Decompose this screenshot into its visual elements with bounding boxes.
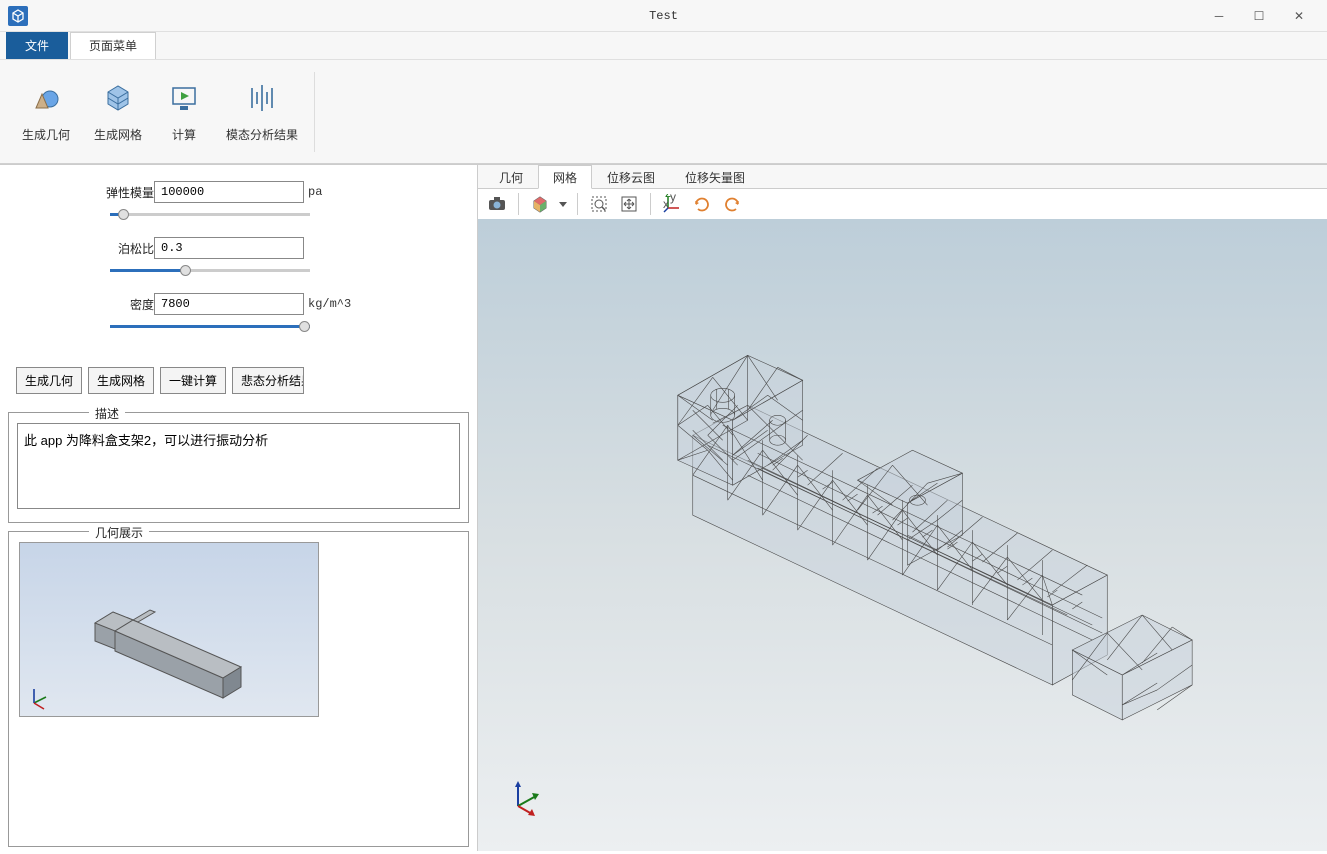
elastic-slider[interactable] (110, 207, 310, 221)
menu-tab-page[interactable]: 页面菜单 (70, 32, 156, 59)
btn-modal-result[interactable]: 悲态分析结果 (232, 367, 304, 394)
view-tabs: 几何 网格 位移云图 位移矢量图 (478, 165, 1327, 189)
right-panel: 几何 网格 位移云图 位移矢量图 (478, 165, 1327, 851)
geometry-preview-group: 几何展示 (8, 531, 469, 847)
menu-tab-file[interactable]: 文件 (6, 32, 68, 59)
ribbon-label: 生成几何 (22, 126, 70, 143)
poisson-input[interactable] (154, 237, 304, 259)
wave-icon (244, 80, 280, 116)
ribbon-gen-mesh[interactable]: 生成网格 (82, 76, 154, 147)
app-icon (8, 6, 28, 26)
view-tab-disp-cloud[interactable]: 位移云图 (592, 165, 670, 188)
svg-text:x: x (663, 197, 669, 211)
viewer-toolbar: zyx (478, 189, 1327, 219)
description-text[interactable] (17, 423, 460, 509)
menu-tabs: 文件 页面菜单 (0, 32, 1327, 60)
zoom-extent-icon[interactable] (586, 191, 612, 217)
density-unit: kg/m^3 (308, 297, 351, 311)
separator (650, 193, 651, 215)
elastic-label: 弹性模量 (98, 184, 154, 201)
description-group: 描述 (8, 412, 469, 523)
sphere-cone-icon (28, 80, 64, 116)
rotate-cw-icon[interactable] (689, 191, 715, 217)
elastic-unit: pa (308, 185, 322, 199)
axis-gizmo (508, 778, 548, 821)
ribbon-label: 生成网格 (94, 126, 142, 143)
title-bar: Test ─ ☐ ✕ (0, 0, 1327, 32)
density-label: 密度 (98, 296, 154, 313)
geometry-preview[interactable] (19, 542, 319, 717)
ribbon-label: 模态分析结果 (226, 126, 298, 143)
play-icon (166, 80, 202, 116)
ribbon: 生成几何 生成网格 计算 模态分析结果 (0, 60, 1327, 164)
window-title: Test (0, 9, 1327, 23)
left-panel: 弹性模量 pa 泊松比 密度 kg/m^3 (0, 165, 478, 851)
maximize-button[interactable]: ☐ (1239, 4, 1279, 28)
elastic-input[interactable] (154, 181, 304, 203)
density-slider[interactable] (110, 319, 310, 333)
ribbon-calc[interactable]: 计算 (154, 76, 214, 147)
separator (314, 72, 315, 152)
geometry-legend: 几何展示 (89, 524, 149, 541)
description-legend: 描述 (89, 405, 125, 422)
cube-mesh-icon (100, 80, 136, 116)
separator (518, 193, 519, 215)
action-buttons: 生成几何 生成网格 一键计算 悲态分析结果 (16, 367, 469, 394)
btn-gen-geom[interactable]: 生成几何 (16, 367, 82, 394)
ribbon-gen-geom[interactable]: 生成几何 (10, 76, 82, 147)
view-tab-mesh[interactable]: 网格 (538, 165, 592, 189)
viewport[interactable] (478, 219, 1327, 851)
ribbon-modal[interactable]: 模态分析结果 (214, 76, 310, 147)
minimize-button[interactable]: ─ (1199, 4, 1239, 28)
ribbon-label: 计算 (172, 126, 196, 143)
axes-icon[interactable]: zyx (659, 191, 685, 217)
view-tab-disp-vec[interactable]: 位移矢量图 (670, 165, 760, 188)
pan-icon[interactable] (616, 191, 642, 217)
density-input[interactable] (154, 293, 304, 315)
close-button[interactable]: ✕ (1279, 4, 1319, 28)
rotate-ccw-icon[interactable] (719, 191, 745, 217)
dropdown-arrow-icon[interactable] (557, 191, 569, 217)
poisson-slider[interactable] (110, 263, 310, 277)
view-tab-geom[interactable]: 几何 (484, 165, 538, 188)
btn-gen-mesh[interactable]: 生成网格 (88, 367, 154, 394)
poisson-label: 泊松比 (98, 240, 154, 257)
svg-text:y: y (670, 194, 676, 204)
separator (577, 193, 578, 215)
btn-one-calc[interactable]: 一键计算 (160, 367, 226, 394)
camera-icon[interactable] (484, 191, 510, 217)
cube-view-icon[interactable] (527, 191, 553, 217)
